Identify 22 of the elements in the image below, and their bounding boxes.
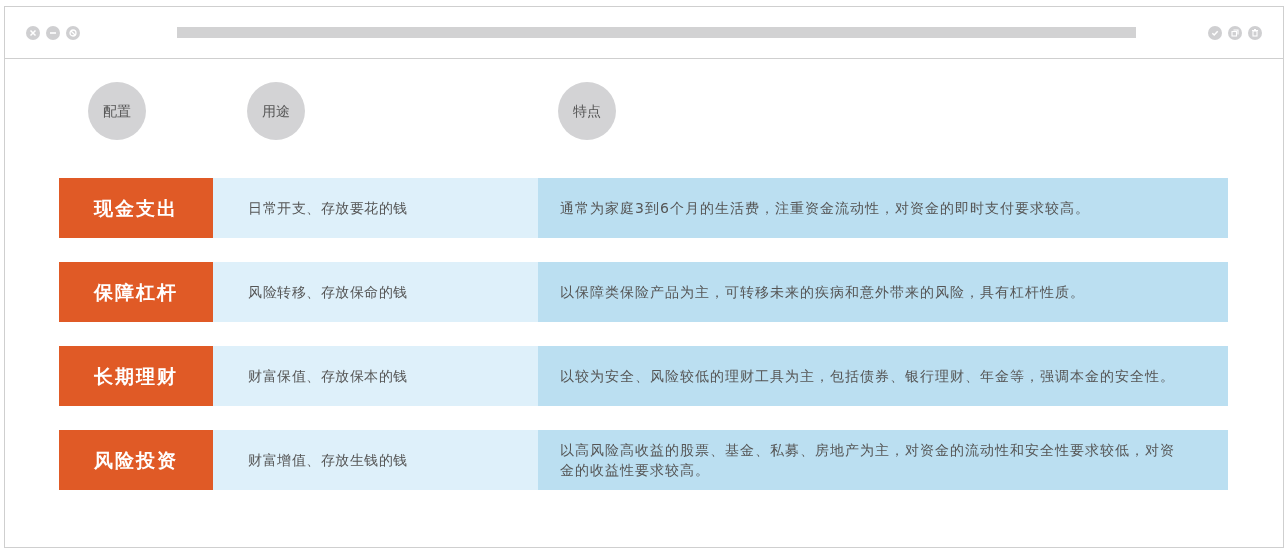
trash-icon[interactable] <box>1248 25 1262 40</box>
slashed-circle-icon[interactable] <box>66 25 80 40</box>
copy-icon[interactable] <box>1228 25 1242 40</box>
feature-cell: 通常为家庭3到6个月的生活费，注重资金流动性，对资金的即时支付要求较高。 <box>538 178 1228 238</box>
category-label: 保障杠杆 <box>59 262 213 322</box>
feature-cell: 以较为安全、风险较低的理财工具为主，包括债券、银行理财、年金等，强调本金的安全性。 <box>538 346 1228 406</box>
column-header: 配置 <box>88 82 146 140</box>
purpose-cell: 日常开支、存放要花的钱 <box>213 178 538 238</box>
close-icon[interactable] <box>26 25 40 40</box>
column-header: 特点 <box>558 82 616 140</box>
check-icon[interactable] <box>1208 25 1222 40</box>
minimize-icon[interactable] <box>46 25 60 40</box>
purpose-cell: 风险转移、存放保命的钱 <box>213 262 538 322</box>
feature-cell: 以高风险高收益的股票、基金、私募、房地产为主，对资金的流动性和安全性要求较低，对资金的收益性要求较高。 <box>538 430 1228 490</box>
category-label: 长期理财 <box>59 346 213 406</box>
feature-cell: 以保障类保险产品为主，可转移未来的疾病和意外带来的风险，具有杠杆性质。 <box>538 262 1228 322</box>
purpose-cell: 财富保值、存放保本的钱 <box>213 346 538 406</box>
address-bar[interactable] <box>177 27 1136 38</box>
purpose-cell: 财富增值、存放生钱的钱 <box>213 430 538 490</box>
column-header: 用途 <box>247 82 305 140</box>
category-label: 现金支出 <box>59 178 213 238</box>
category-label: 风险投资 <box>59 430 213 490</box>
